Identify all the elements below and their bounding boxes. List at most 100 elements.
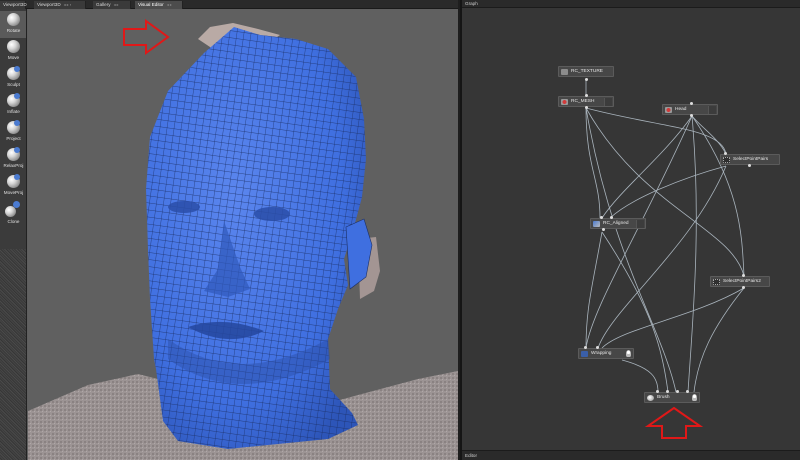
node-connections	[585, 80, 745, 393]
tool-moveproj[interactable]: MoveProj	[0, 173, 26, 200]
brush-badge-icon	[14, 120, 20, 126]
wire-head-spp2	[691, 115, 745, 277]
node-title: Wrapping	[591, 351, 612, 356]
wire-mesh-spp2	[585, 107, 745, 277]
tool-relaxproj[interactable]: RelaxProj	[0, 146, 26, 173]
wire-spp2-brush	[693, 287, 745, 393]
tab-label: Viewport3D	[37, 2, 61, 7]
tool-move[interactable]: Move	[0, 38, 26, 65]
left-eye	[168, 201, 200, 213]
tool-strip: Rotate Move Sculpt Inflate Project Relax…	[0, 9, 27, 460]
tool-rotate[interactable]: Rotate	[0, 11, 26, 38]
tab-label: Viewport3D	[3, 2, 27, 7]
wire-spp-wrapping	[597, 165, 727, 349]
graph-window: Graph RC_TEXTURE RC_MESH Head SelectPoin…	[460, 0, 800, 460]
input-port[interactable]	[596, 346, 599, 349]
input-port[interactable]	[610, 216, 613, 219]
output-port[interactable]	[585, 78, 588, 81]
output-port[interactable]	[690, 114, 693, 117]
node-title: Head	[675, 107, 687, 112]
tab-viewport3d-2[interactable]: Viewport3D ◂ ▸ ▪	[34, 1, 86, 9]
node-title: Brush	[657, 395, 670, 400]
input-port[interactable]	[690, 102, 693, 105]
input-port[interactable]	[666, 390, 669, 393]
node-title: RC_Aligned	[603, 221, 629, 226]
brush-badge-icon	[14, 66, 20, 72]
tool-label: Rotate	[6, 28, 21, 33]
output-port[interactable]	[742, 286, 745, 289]
output-port[interactable]	[585, 106, 588, 109]
output-port[interactable]	[602, 228, 605, 231]
point-pairs-icon	[713, 279, 720, 285]
node-visibility-toggle[interactable]	[604, 98, 612, 106]
input-port[interactable]	[585, 94, 588, 97]
align-icon	[593, 221, 600, 227]
node-graph-canvas[interactable]: RC_TEXTURE RC_MESH Head SelectPointPairs…	[462, 8, 800, 450]
texture-icon	[561, 69, 568, 75]
tab-visual-editor[interactable]: Visual Editor ◂ ▸	[135, 1, 183, 9]
input-port[interactable]	[656, 390, 659, 393]
tool-sculpt[interactable]: Sculpt	[0, 65, 26, 92]
wire-head-brush	[687, 115, 697, 393]
brush-badge-icon	[14, 174, 20, 180]
tool-label: Sculpt	[7, 82, 20, 87]
tab-controls-icon[interactable]: ◂ ▸	[114, 2, 119, 7]
wire-wrapping-brush	[621, 359, 659, 393]
wrapping-icon	[581, 351, 588, 357]
input-port[interactable]	[584, 346, 587, 349]
graph-panel-title: Graph	[462, 0, 800, 8]
brush-badge-icon	[14, 147, 20, 153]
node-title: RC_MESH	[571, 99, 595, 104]
clone-badge-icon	[13, 201, 20, 208]
tab-controls-icon[interactable]: ◂ ▸	[167, 2, 172, 7]
head-wireframe	[146, 27, 366, 449]
tool-inflate[interactable]: Inflate	[0, 92, 26, 119]
lightbulb-icon[interactable]	[692, 394, 697, 401]
brush-badge-icon	[14, 93, 20, 99]
node-visibility-toggle[interactable]	[708, 106, 716, 114]
input-port[interactable]	[724, 152, 727, 155]
node-rc-aligned[interactable]: RC_Aligned	[590, 218, 646, 229]
right-eye	[254, 207, 290, 221]
lightbulb-icon[interactable]	[626, 350, 631, 357]
head-mesh-render[interactable]	[28, 9, 458, 460]
node-title: RC_TEXTURE	[571, 69, 603, 74]
tab-viewport3d-1[interactable]: Viewport3D	[0, 1, 27, 9]
output-port[interactable]	[748, 164, 751, 167]
tool-label: MoveProj	[3, 190, 24, 195]
input-port[interactable]	[600, 216, 603, 219]
wire-head-spp	[691, 115, 727, 155]
editor-panel-title: Editor	[462, 450, 800, 460]
node-brush[interactable]: Brush	[644, 392, 700, 403]
wire-spp-aligned	[609, 165, 727, 219]
node-rc-texture[interactable]: RC_TEXTURE	[558, 66, 614, 77]
input-port[interactable]	[686, 390, 689, 393]
tab-bar: Viewport3D Viewport3D ◂ ▸ ▪ Gallery ◂ ▸ Vi…	[0, 0, 458, 9]
input-port[interactable]	[676, 390, 679, 393]
tab-gallery[interactable]: Gallery ◂ ▸	[93, 1, 131, 9]
tool-label: Inflate	[7, 109, 20, 114]
wire-spp2-wrapping	[601, 287, 745, 349]
brush-sphere-icon	[647, 395, 654, 401]
viewport-3d[interactable]	[28, 9, 458, 460]
tool-label: Move	[7, 55, 20, 60]
tab-label: Gallery	[96, 2, 111, 7]
viewport-window: Viewport3D Viewport3D ◂ ▸ ▪ Gallery ◂ ▸ Vi…	[0, 0, 458, 460]
sphere-icon	[7, 13, 20, 26]
tool-project[interactable]: Project	[0, 119, 26, 146]
tool-label: RelaxProj	[3, 163, 24, 168]
point-pairs-icon	[723, 157, 730, 163]
node-wrapping[interactable]: Wrapping	[578, 348, 634, 359]
input-port[interactable]	[742, 274, 745, 277]
tool-label: Clone	[7, 219, 20, 224]
node-visibility-toggle[interactable]	[636, 220, 644, 228]
wire-mesh-aligned	[585, 107, 601, 219]
wire-aligned-brush	[601, 231, 669, 393]
annotation-arrow-right	[123, 19, 170, 55]
tab-controls-icon[interactable]: ◂ ▸ ▪	[64, 2, 72, 7]
mesh-icon	[665, 107, 672, 113]
tab-label: Visual Editor	[138, 2, 164, 7]
node-select-point-pairs2[interactable]: SelectPointPairs2	[710, 276, 770, 287]
tool-clone[interactable]: Clone	[0, 200, 26, 227]
wire-head-aligned	[601, 115, 693, 219]
